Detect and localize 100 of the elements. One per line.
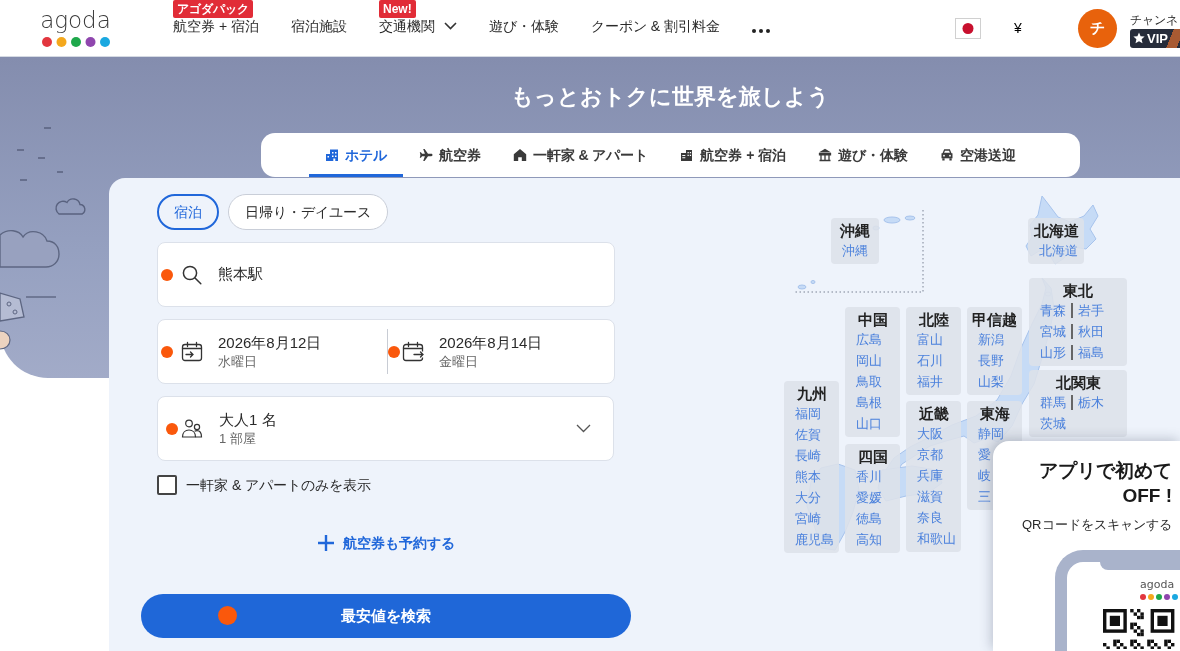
people-icon bbox=[181, 418, 203, 439]
user-name[interactable]: チャンネ bbox=[1130, 12, 1180, 27]
product-tab[interactable]: 航空券 bbox=[402, 133, 497, 177]
prefecture-link[interactable]: 富山 bbox=[917, 329, 943, 350]
promo-badge: アゴダパック bbox=[173, 0, 253, 18]
guests-rooms-field[interactable]: 大人1 名 1 部屋 bbox=[157, 396, 614, 461]
product-tab[interactable]: 空港送迎 bbox=[924, 133, 1033, 177]
search-button[interactable]: 最安値を検索 bbox=[141, 594, 631, 638]
prefecture-link[interactable]: 秋田 bbox=[1071, 324, 1104, 339]
chevron-down-icon bbox=[443, 22, 457, 30]
prefecture-link[interactable]: 高知 bbox=[856, 529, 882, 550]
prefecture-link[interactable]: 静岡 bbox=[978, 423, 1004, 444]
homes-only-checkbox[interactable] bbox=[157, 475, 177, 495]
vip-label: VIP bbox=[1147, 29, 1168, 48]
prefecture-link[interactable]: 大分 bbox=[795, 487, 821, 508]
product-tab[interactable]: 一軒家 & アパート bbox=[496, 133, 665, 177]
region-title: 沖縄 bbox=[838, 221, 871, 240]
region-title: 北海道 bbox=[1032, 221, 1080, 240]
nav-link[interactable]: 航空券 + 宿泊 bbox=[173, 16, 259, 36]
promo-subtitle: QRコードをスキャンする bbox=[1021, 516, 1173, 533]
region-title: 近畿 bbox=[917, 404, 950, 423]
prefecture-link[interactable]: 長崎 bbox=[795, 445, 821, 466]
stay-type-toggle[interactable]: 宿泊 bbox=[157, 194, 219, 230]
region-title: 九州 bbox=[795, 384, 828, 403]
prefecture-link[interactable]: 愛 bbox=[978, 444, 991, 465]
currency-button[interactable]: ¥ bbox=[1012, 17, 1024, 39]
calendar-arrow-in-icon bbox=[181, 341, 203, 362]
prefecture-link[interactable]: 山口 bbox=[856, 413, 882, 434]
marker-dot-icon bbox=[161, 268, 173, 281]
prefecture-link[interactable]: 大阪 bbox=[917, 423, 943, 444]
language-button[interactable] bbox=[955, 17, 981, 39]
prefecture-link[interactable]: 北海道 bbox=[1039, 240, 1078, 261]
promo-heading: アプリで初めて OFF ! bbox=[1038, 459, 1173, 508]
search-icon bbox=[182, 264, 202, 285]
chevron-down-icon bbox=[576, 424, 591, 433]
user-avatar[interactable]: チ bbox=[1078, 8, 1117, 48]
logo-mark-icon bbox=[41, 37, 110, 47]
product-tab[interactable]: 遊び・体験 bbox=[802, 133, 925, 177]
prefecture-link[interactable]: 福島 bbox=[1071, 345, 1104, 360]
stay-type-toggle[interactable]: 日帰り・デイユース bbox=[228, 194, 388, 230]
plus-icon bbox=[317, 535, 334, 551]
columned-building-icon bbox=[818, 148, 833, 162]
marker-dot-icon bbox=[166, 422, 178, 435]
marker-dot-icon bbox=[388, 345, 400, 358]
region-title: 中国 bbox=[856, 310, 889, 329]
region-title: 東北 bbox=[1062, 281, 1094, 300]
product-tab[interactable]: 航空券 + 宿泊 bbox=[664, 133, 803, 177]
prefecture-link[interactable]: 岩手 bbox=[1071, 303, 1104, 318]
marker-dot-icon bbox=[161, 345, 173, 358]
prefecture-link[interactable]: 広島 bbox=[856, 329, 882, 350]
prefecture-link[interactable]: 奈良 bbox=[917, 507, 943, 528]
prefecture-link[interactable]: 和歌山 bbox=[917, 528, 956, 549]
promo-badge: New! bbox=[378, 0, 416, 18]
prefecture-link[interactable]: 徳島 bbox=[856, 508, 882, 529]
prefecture-link[interactable]: 佐賀 bbox=[795, 424, 821, 445]
prefecture-link[interactable]: 宮崎 bbox=[795, 508, 821, 529]
prefecture-link[interactable]: 栃木 bbox=[1071, 395, 1104, 410]
prefecture-link[interactable]: 茨城 bbox=[1040, 413, 1066, 434]
prefecture-link[interactable]: 香川 bbox=[856, 466, 882, 487]
prefecture-link[interactable]: 福岡 bbox=[795, 403, 821, 424]
destination-field[interactable]: 熊本駅 bbox=[157, 242, 615, 307]
prefecture-link[interactable]: 岡山 bbox=[856, 350, 882, 371]
nav-link[interactable]: 交通機関 bbox=[378, 16, 457, 36]
nav-link[interactable]: 宿泊施設 bbox=[290, 16, 347, 36]
prefecture-link[interactable]: 沖縄 bbox=[842, 240, 868, 261]
add-flight-link[interactable]: 航空券も予約する bbox=[317, 533, 455, 553]
house-icon bbox=[512, 148, 527, 162]
prefecture-link[interactable]: 滋賀 bbox=[917, 486, 943, 507]
logo-wordmark[interactable]: agoda bbox=[40, 8, 111, 32]
prefecture-link[interactable]: 長野 bbox=[978, 350, 1004, 371]
nav-link[interactable]: クーポン & 割引料金 bbox=[590, 16, 721, 36]
region-title: 四国 bbox=[856, 447, 889, 466]
prefecture-link[interactable]: 山形 bbox=[1040, 342, 1066, 363]
prefecture-link[interactable]: 鹿児島 bbox=[795, 529, 834, 550]
japan-flag-icon bbox=[955, 17, 981, 39]
nav-link[interactable]: 遊び・体験 bbox=[488, 16, 559, 36]
prefecture-link[interactable]: 岐 bbox=[978, 465, 991, 486]
airplane-icon bbox=[418, 148, 433, 162]
app-logo-wordmark: agoda bbox=[1140, 578, 1175, 591]
office-building-icon bbox=[680, 148, 695, 162]
region-title: 北陸 bbox=[917, 310, 950, 329]
prefecture-link[interactable]: 福井 bbox=[917, 371, 943, 392]
buildings-icon bbox=[324, 148, 339, 162]
prefecture-link[interactable]: 宮城 bbox=[1040, 321, 1066, 342]
hero-title: もっとおトクに世界を旅しよう bbox=[510, 83, 831, 111]
prefecture-link[interactable]: 熊本 bbox=[795, 466, 821, 487]
prefecture-link[interactable]: 島根 bbox=[856, 392, 882, 413]
prefecture-link[interactable]: 青森 bbox=[1040, 300, 1066, 321]
prefecture-link[interactable]: 群馬 bbox=[1040, 392, 1066, 413]
check-in-date-field[interactable]: 2026年8月12日 水曜日 bbox=[158, 320, 387, 383]
prefecture-link[interactable]: 山梨 bbox=[978, 371, 1004, 392]
calendar-arrow-out-icon bbox=[402, 341, 424, 362]
prefecture-link[interactable]: 京都 bbox=[917, 444, 943, 465]
prefecture-link[interactable]: 三 bbox=[978, 486, 991, 507]
prefecture-link[interactable]: 愛媛 bbox=[856, 487, 882, 508]
prefecture-link[interactable]: 新潟 bbox=[978, 329, 1004, 350]
checkbox-label[interactable]: 一軒家 & アパートのみを表示 bbox=[186, 475, 372, 495]
prefecture-link[interactable]: 石川 bbox=[917, 350, 943, 371]
prefecture-link[interactable]: 鳥取 bbox=[856, 371, 882, 392]
check-out-date-field[interactable]: 2026年8月14日 金曜日 bbox=[388, 320, 614, 383]
